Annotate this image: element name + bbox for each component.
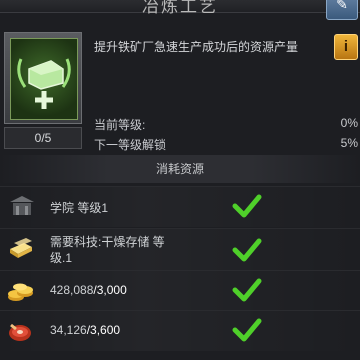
top-bar: 冶炼工艺 ✎ [0,0,360,20]
current-level-value: 0% [340,116,358,130]
gold-bar-icon [10,238,32,258]
page-title: 冶炼工艺 [142,0,218,16]
tech-icon [10,38,78,120]
edit-icon: ✎ [336,0,348,12]
requirement-amount: 428,088/3,000 [50,283,127,297]
requirement-row: 34,126/3,600 [0,310,360,351]
requirement-text: 学院 等级1 [50,201,109,215]
requirement-text-line1: 需要科技:干燥存储 等 [50,235,165,249]
resource-required: /3,000 [93,283,127,297]
check-icon [232,278,262,302]
check-icon [232,238,262,262]
requirement-row: 需要科技:干燥存储 等 级.1 [0,228,360,271]
section-header: 消耗资源 [0,155,360,183]
next-level-row: 下一等级解锁 5% [94,136,358,153]
smelting-icon [17,58,71,109]
current-level-label: 当前等级: [94,118,146,132]
gold-coins-icon [8,283,33,301]
tech-icon-frame [4,32,82,124]
info-icon: i [343,38,349,55]
requirement-row: 428,088/3,000 [0,270,360,311]
next-level-value: 5% [340,136,358,150]
level-badge: 0/5 [4,127,82,149]
next-level-label: 下一等级解锁 [94,138,167,152]
tech-description: 提升铁矿厂急速生产成功后的资源产量 [94,40,299,54]
check-icon [232,194,262,218]
current-level-row: 当前等级: 0% [94,116,358,133]
info-button[interactable]: i [334,34,358,60]
meat-icon [9,323,31,341]
requirement-text-line2: 级.1 [50,251,73,265]
resource-owned: 428,088 [50,283,94,297]
resource-owned: 34,126 [50,323,87,337]
academy-icon [10,196,34,215]
requirement-amount: 34,126/3,600 [50,323,120,337]
close-button[interactable]: ✎ [326,0,358,20]
requirement-row: 学院 等级1 [0,186,360,227]
check-icon [232,318,262,342]
resource-required: /3,600 [86,323,121,337]
